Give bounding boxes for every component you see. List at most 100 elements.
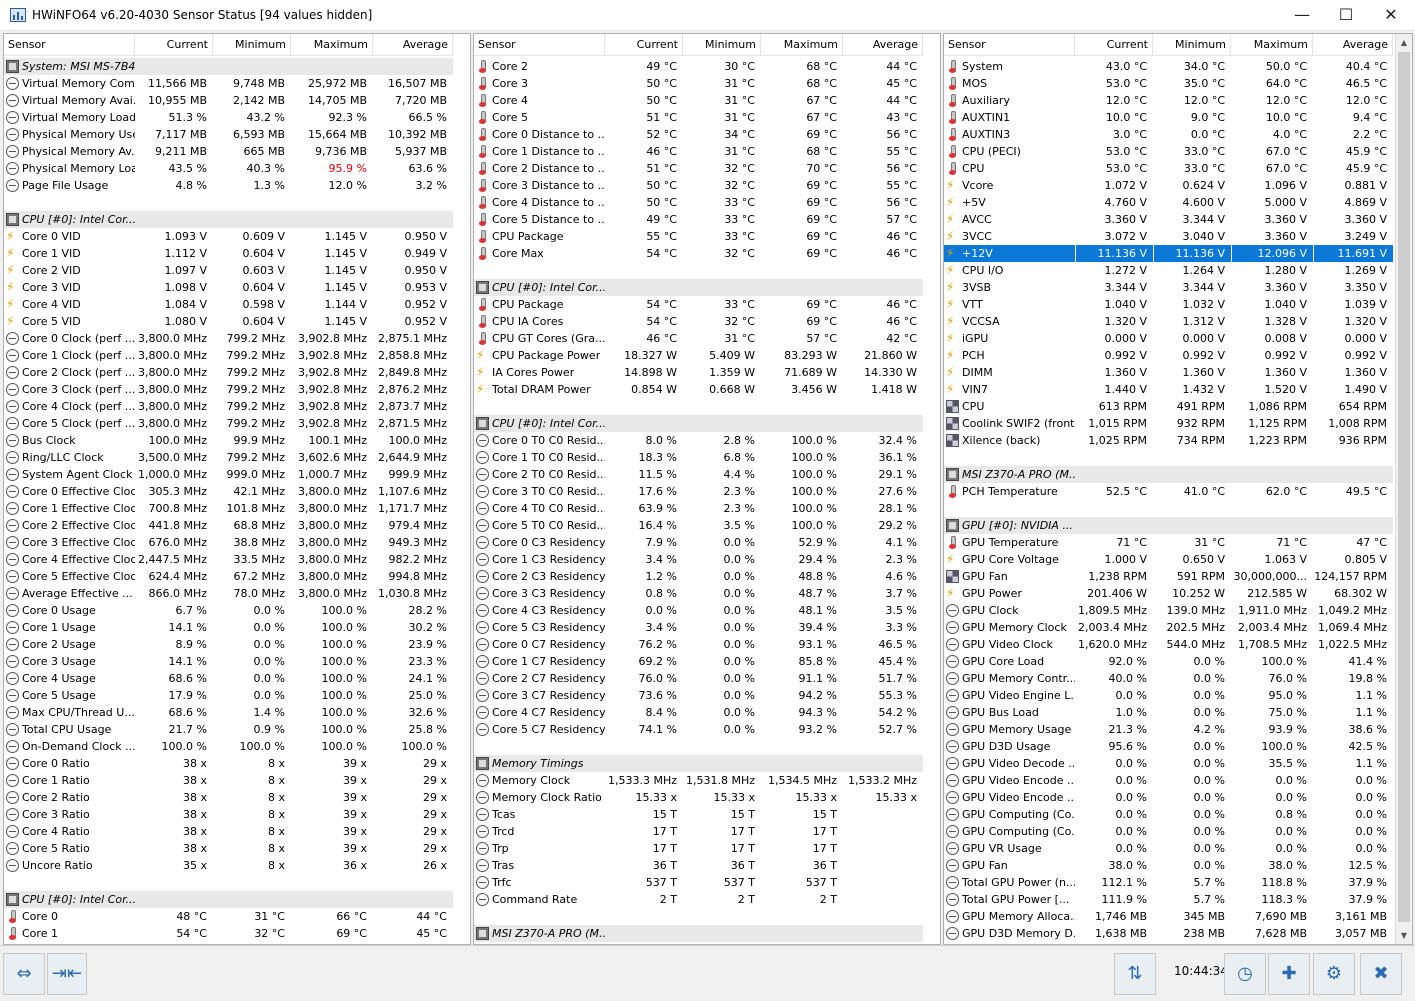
sensor-row[interactable]: GPU Power 201.406 W 10.252 W 212.585 W 68.30…: [944, 585, 1393, 602]
sensor-row[interactable]: Average Effective ... 866.0 MHz 78.0 MHz 3,…: [4, 585, 453, 602]
sensor-row[interactable]: CPU (PECI) 53.0 °C 33.0 °C 67.0 °C 45.9 °C: [944, 143, 1393, 160]
column-header-average[interactable]: Average: [373, 34, 453, 55]
sensor-group-header[interactable]: System: MSI MS-7B48: [4, 58, 453, 75]
sensor-row[interactable]: Core 1 C7 Residency 69.2 % 0.0 % 85.8 % 45.4…: [474, 653, 923, 670]
sensor-row[interactable]: Tras 36 T 36 T 36 T: [474, 857, 923, 874]
sensor-row[interactable]: Page File Usage 4.8 % 1.3 % 12.0 % 3.2 %: [4, 177, 453, 194]
sensor-row[interactable]: Core 5 VID 1.080 V 0.604 V 1.145 V 0.952 V: [4, 313, 453, 330]
sensor-row[interactable]: Core 4 50 °C 31 °C 67 °C 44 °C: [474, 92, 923, 109]
sensor-row[interactable]: GPU Core Load 92.0 % 0.0 % 100.0 % 41.4 %: [944, 653, 1393, 670]
sensor-row[interactable]: Coolink SWIF2 (front) 1,015 RPM 932 RPM 1,1…: [944, 415, 1393, 432]
sensor-row[interactable]: GPU Memory Alloca... 1,746 MB 345 MB 7,690 …: [944, 908, 1393, 925]
column-header-sensor[interactable]: Sensor: [474, 34, 605, 55]
sensor-row[interactable]: GPU Clock 1,809.5 MHz 139.0 MHz 1,911.0 MHz…: [944, 602, 1393, 619]
sensor-row[interactable]: Core 0 Ratio 38 x 8 x 39 x 29 x: [4, 755, 453, 772]
sensor-row[interactable]: Core 1 Ratio 38 x 8 x 39 x 29 x: [4, 772, 453, 789]
sensor-row[interactable]: Vcore 1.072 V 0.624 V 1.096 V 0.881 V: [944, 177, 1393, 194]
sensor-row[interactable]: VCCSA 1.320 V 1.312 V 1.328 V 1.320 V: [944, 313, 1393, 330]
minimize-button[interactable]: —: [1279, 0, 1325, 31]
sensor-row[interactable]: Core 4 C3 Residency 0.0 % 0.0 % 48.1 % 3.5 %: [474, 602, 923, 619]
sensor-row[interactable]: GPU Core Voltage 1.000 V 0.650 V 1.063 V 0.8…: [944, 551, 1393, 568]
sensor-row[interactable]: GPU Video Engine L... 0.0 % 0.0 % 95.0 % 1.1…: [944, 687, 1393, 704]
sensor-row[interactable]: Core 4 VID 1.084 V 0.598 V 1.144 V 0.952 V: [4, 296, 453, 313]
sensor-row[interactable]: Core 3 Distance to ... 50 °C 32 °C 69 °C 55 …: [474, 177, 923, 194]
sensor-row[interactable]: Total DRAM Power 0.854 W 0.668 W 3.456 W 1.4…: [474, 381, 923, 398]
column-header-maximum[interactable]: Maximum: [291, 34, 373, 55]
sensor-row[interactable]: CPU 613 RPM 491 RPM 1,086 RPM 654 RPM: [944, 398, 1393, 415]
sensor-row[interactable]: Core 2 Effective Clock 441.8 MHz 68.8 MHz 3…: [4, 517, 453, 534]
sensor-row[interactable]: GPU D3D Memory D... 1,638 MB 238 MB 7,628 M…: [944, 925, 1393, 942]
sensor-row[interactable]: Core 1 Usage 14.1 % 0.0 % 100.0 % 30.2 %: [4, 619, 453, 636]
sensor-row[interactable]: Core 5 C3 Residency 3.4 % 0.0 % 39.4 % 3.3 %: [474, 619, 923, 636]
sensor-row[interactable]: Core 2 49 °C 30 °C 68 °C 44 °C: [474, 58, 923, 75]
sensor-row[interactable]: iGPU 0.000 V 0.000 V 0.008 V 0.000 V: [944, 330, 1393, 347]
sensor-row[interactable]: VTT 1.040 V 1.032 V 1.040 V 1.039 V: [944, 296, 1393, 313]
sensor-row[interactable]: Trcd 17 T 17 T 17 T: [474, 823, 923, 840]
sensor-row[interactable]: Core 2 C7 Residency 76.0 % 0.0 % 91.1 % 51.7…: [474, 670, 923, 687]
nav-right-icon[interactable]: ⇥⇤: [47, 953, 87, 995]
sensor-row[interactable]: Core 4 Clock (perf ... 3,800.0 MHz 799.2 M…: [4, 398, 453, 415]
sensor-row[interactable]: Memory Clock 1,533.3 MHz 1,531.8 MHz 1,534.…: [474, 772, 923, 789]
sensor-row[interactable]: 3VSB 3.344 V 3.344 V 3.360 V 3.350 V: [944, 279, 1393, 296]
sensor-group-header[interactable]: GPU [#0]: NVIDIA ...: [944, 517, 1393, 534]
sensor-row[interactable]: Xilence (back) 1,025 RPM 734 RPM 1,223 RPM 9…: [944, 432, 1393, 449]
sensor-row[interactable]: Core 3 Ratio 38 x 8 x 39 x 29 x: [4, 806, 453, 823]
sensor-row[interactable]: GPU Fan 1,238 RPM 591 RPM 30,000,000... 124,…: [944, 568, 1393, 585]
sensor-row[interactable]: PCH Temperature 52.5 °C 41.0 °C 62.0 °C 49.5…: [944, 483, 1393, 500]
sensor-row[interactable]: Core 4 Usage 68.6 % 0.0 % 100.0 % 24.1 %: [4, 670, 453, 687]
sensor-row[interactable]: Max CPU/Thread U... 68.6 % 1.4 % 100.0 % 32.…: [4, 704, 453, 721]
sensor-row[interactable]: Core 0 Distance to ... 52 °C 34 °C 69 °C 56 …: [474, 126, 923, 143]
close-icon[interactable]: ✖: [1360, 953, 1402, 995]
sensor-row[interactable]: CPU Package 54 °C 33 °C 69 °C 46 °C: [474, 296, 923, 313]
sensor-row[interactable]: GPU Video Decode ... 0.0 % 0.0 % 35.5 % 1.1 …: [944, 755, 1393, 772]
sensor-row[interactable]: GPU Fan 38.0 % 0.0 % 38.0 % 12.5 %: [944, 857, 1393, 874]
sensor-row[interactable]: Core 5 Ratio 38 x 8 x 39 x 29 x: [4, 840, 453, 857]
sensor-row[interactable]: Total CPU Usage 21.7 % 0.9 % 100.0 % 25.8 %: [4, 721, 453, 738]
settings-icon[interactable]: ⚙: [1313, 953, 1355, 995]
scroll-thumb[interactable]: [1398, 52, 1410, 922]
sensor-row[interactable]: Trfc 537 T 537 T 537 T: [474, 874, 923, 891]
sensor-row[interactable]: Core 5 Distance to ... 49 °C 33 °C 69 °C 57 …: [474, 211, 923, 228]
sensor-row[interactable]: Memory Clock Ratio 15.33 x 15.33 x 15.33 x 1…: [474, 789, 923, 806]
sensor-row[interactable]: GPU Video Encode ... 0.0 % 0.0 % 0.0 % 0.0 %: [944, 772, 1393, 789]
sensor-group-header[interactable]: MSI Z370-A PRO (M...: [474, 925, 923, 942]
sensor-row[interactable]: Core 0 Clock (perf ... 3,800.0 MHz 799.2 M…: [4, 330, 453, 347]
sensor-row[interactable]: Core 3 Effective Clock 676.0 MHz 38.8 MHz 3…: [4, 534, 453, 551]
sensor-row[interactable]: System 43.0 °C 34.0 °C 50.0 °C 40.4 °C: [944, 58, 1393, 75]
sensor-group-header[interactable]: CPU [#0]: Intel Cor...: [474, 279, 923, 296]
sensor-row[interactable]: Core 4 Ratio 38 x 8 x 39 x 29 x: [4, 823, 453, 840]
close-window-button[interactable]: ✕: [1368, 0, 1414, 31]
sensor-row[interactable]: Core 0 Usage 6.7 % 0.0 % 100.0 % 28.2 %: [4, 602, 453, 619]
sensor-row[interactable]: Core 2 C3 Residency 1.2 % 0.0 % 48.8 % 4.6 %: [474, 568, 923, 585]
sensor-row[interactable]: Core 1 VID 1.112 V 0.604 V 1.145 V 0.949 V: [4, 245, 453, 262]
sensor-row[interactable]: Auxiliary 12.0 °C 12.0 °C 12.0 °C 12.0 °C: [944, 92, 1393, 109]
maximize-button[interactable]: ☐: [1323, 0, 1369, 31]
sensor-row[interactable]: CPU Package 55 °C 33 °C 69 °C 46 °C: [474, 228, 923, 245]
sensor-row[interactable]: CPU 53.0 °C 33.0 °C 67.0 °C 45.9 °C: [944, 160, 1393, 177]
sensor-row[interactable]: Core 3 Clock (perf ... 3,800.0 MHz 799.2 M…: [4, 381, 453, 398]
sensor-row[interactable]: Command Rate 2 T 2 T 2 T: [474, 891, 923, 908]
sensor-row[interactable]: GPU Video Encode ... 0.0 % 0.0 % 0.0 % 0.0 %: [944, 789, 1393, 806]
sensor-row[interactable]: GPU Video Clock 1,620.0 MHz 544.0 MHz 1,708…: [944, 636, 1393, 653]
column-header-maximum[interactable]: Maximum: [1231, 34, 1313, 55]
sensor-row[interactable]: Core 1 Distance to ... 46 °C 31 °C 68 °C 55 …: [474, 143, 923, 160]
sensor-row[interactable]: Core 2 Ratio 38 x 8 x 39 x 29 x: [4, 789, 453, 806]
sensor-row[interactable]: Core 1 54 °C 32 °C 69 °C 45 °C: [4, 925, 453, 942]
sensor-row[interactable]: Trp 17 T 17 T 17 T: [474, 840, 923, 857]
column-header-average[interactable]: Average: [843, 34, 923, 55]
sensor-row[interactable]: Core 5 51 °C 31 °C 67 °C 43 °C: [474, 109, 923, 126]
sensor-row[interactable]: Core 4 C7 Residency 8.4 % 0.0 % 94.3 % 54.2 …: [474, 704, 923, 721]
sensor-row[interactable]: GPU Memory Clock 2,003.4 MHz 202.5 MHz 2,00…: [944, 619, 1393, 636]
column-header-sensor[interactable]: Sensor: [4, 34, 135, 55]
sensor-group-header[interactable]: CPU [#0]: Intel Cor...: [4, 891, 453, 908]
sensor-row[interactable]: GPU D3D Usage 95.6 % 0.0 % 100.0 % 42.5 %: [944, 738, 1393, 755]
sensor-row[interactable]: CPU IA Cores 54 °C 32 °C 69 °C 46 °C: [474, 313, 923, 330]
sensor-row[interactable]: Core 0 C7 Residency 76.2 % 0.0 % 93.1 % 46.5…: [474, 636, 923, 653]
column-header-minimum[interactable]: Minimum: [1153, 34, 1231, 55]
sensor-row[interactable]: Core Max 54 °C 32 °C 69 °C 46 °C: [474, 245, 923, 262]
sensor-panel-2[interactable]: Sensor Current Minimum Maximum Average Core 2…: [473, 33, 941, 945]
scroll-up-arrow-icon[interactable]: ▲: [1396, 34, 1412, 51]
column-header-minimum[interactable]: Minimum: [213, 34, 291, 55]
sensor-row[interactable]: CPU I/O 1.272 V 1.264 V 1.280 V 1.269 V: [944, 262, 1393, 279]
sensor-row[interactable]: Core 0 48 °C 31 °C 66 °C 44 °C: [4, 908, 453, 925]
